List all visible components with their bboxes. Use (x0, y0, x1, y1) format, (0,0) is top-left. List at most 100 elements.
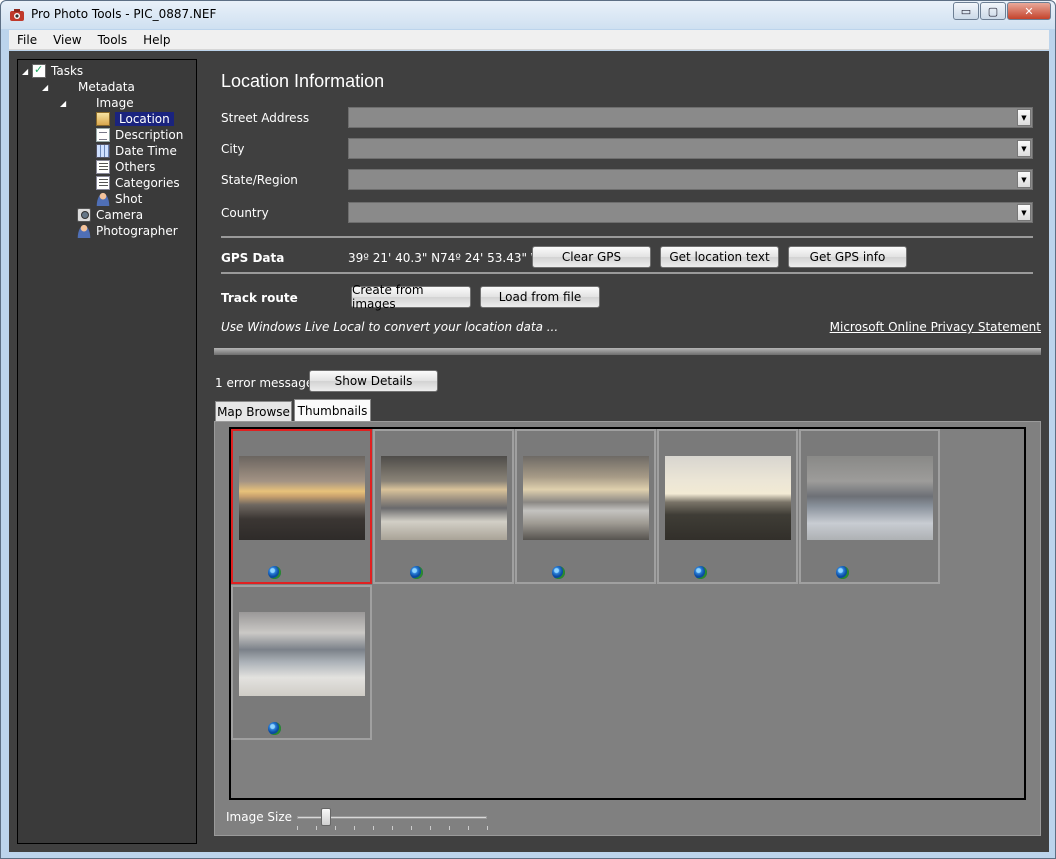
menu-file[interactable]: File (9, 33, 45, 47)
error-message-text: 1 error message. (215, 376, 318, 390)
tree-item-shot[interactable]: Shot (96, 191, 142, 207)
person-icon (77, 224, 91, 238)
tree-item-photographer[interactable]: Photographer (77, 223, 178, 239)
expand-arrow-icon[interactable]: ◢ (22, 67, 32, 76)
tree-label-camera: Camera (96, 208, 144, 222)
globe-icon (836, 566, 849, 579)
slider-thumb[interactable] (320, 808, 331, 826)
get-location-text-button[interactable]: Get location text (660, 246, 779, 268)
gps-data-label: GPS Data (221, 251, 285, 265)
slider-tick (411, 826, 412, 830)
dropdown-arrow-icon[interactable]: ▼ (1017, 109, 1031, 126)
privacy-statement-link[interactable]: Microsoft Online Privacy Statement (830, 320, 1041, 334)
location-icon (96, 112, 110, 126)
state-region-label: State/Region (221, 173, 298, 187)
list-icon (96, 160, 110, 174)
show-details-button[interactable]: Show Details (309, 370, 438, 392)
slider-tick (487, 826, 488, 830)
thumbnail-item[interactable] (373, 429, 514, 584)
splitter-bar[interactable] (214, 348, 1041, 355)
task-tree: ◢ Tasks ◢ Metadata ◢ Image Location Desc… (17, 59, 197, 844)
window-controls: ▭ ▢ ✕ (952, 2, 1051, 20)
globe-icon (552, 566, 565, 579)
globe-icon (268, 722, 281, 735)
globe-icon (694, 566, 707, 579)
tree-label-location: Location (115, 112, 174, 126)
maximize-button[interactable]: ▢ (980, 2, 1006, 20)
divider (221, 236, 1033, 238)
tree-label-photographer: Photographer (96, 224, 178, 238)
tree-label-date-time: Date Time (115, 144, 177, 158)
slider-tick (449, 826, 450, 830)
gps-longitude: 74º 24' 53.43" W (440, 251, 543, 265)
globe-icon (410, 566, 423, 579)
tree-item-metadata[interactable]: ◢ Metadata (42, 79, 135, 95)
slider-tick (468, 826, 469, 830)
main-client-area: ◢ Tasks ◢ Metadata ◢ Image Location Desc… (9, 51, 1049, 852)
menu-help[interactable]: Help (135, 33, 178, 47)
load-from-file-button[interactable]: Load from file (480, 286, 600, 308)
street-address-label: Street Address (221, 111, 310, 125)
close-button[interactable]: ✕ (1007, 2, 1051, 20)
expand-arrow-icon[interactable]: ◢ (60, 99, 70, 108)
slider-tick (430, 826, 431, 830)
tree-label-image: Image (96, 96, 134, 110)
tree-item-image[interactable]: ◢ Image (60, 95, 134, 111)
country-combo[interactable]: ▼ (348, 202, 1033, 223)
tree-label-tasks: Tasks (51, 64, 84, 78)
expand-arrow-icon[interactable]: ◢ (42, 83, 52, 92)
tab-thumbnails[interactable]: Thumbnails (294, 399, 371, 421)
get-gps-info-button[interactable]: Get GPS info (788, 246, 907, 268)
city-combo[interactable]: ▼ (348, 138, 1033, 159)
tree-label-categories: Categories (115, 176, 180, 190)
slider-tick (335, 826, 336, 830)
thumbnail-photo (381, 456, 507, 540)
slider-tick (316, 826, 317, 830)
person-icon (96, 192, 110, 206)
location-heading: Location Information (221, 71, 385, 91)
clear-gps-button[interactable]: Clear GPS (532, 246, 651, 268)
gps-latitude: 39º 21' 40.3" N (348, 251, 441, 265)
slider-tick (297, 826, 298, 830)
thumbnail-item[interactable] (515, 429, 656, 584)
thumbnail-item[interactable] (799, 429, 940, 584)
tree-item-categories[interactable]: Categories (96, 175, 180, 191)
tasks-icon (32, 63, 46, 78)
globe-icon (268, 566, 281, 579)
tree-label-others: Others (115, 160, 156, 174)
country-label: Country (221, 206, 269, 220)
state-region-combo[interactable]: ▼ (348, 169, 1033, 190)
dropdown-arrow-icon[interactable]: ▼ (1017, 171, 1031, 188)
thumbnail-item[interactable] (231, 585, 372, 740)
minimize-button[interactable]: ▭ (953, 2, 979, 20)
thumbnail-grid (229, 427, 1026, 800)
thumbnail-photo (523, 456, 649, 540)
thumbnail-item[interactable] (231, 429, 372, 584)
title-bar: Pro Photo Tools - PIC_0887.NEF ▭ ▢ ✕ (1, 1, 1055, 29)
thumbnail-photo (239, 612, 365, 696)
tree-item-location[interactable]: Location (96, 111, 174, 127)
tab-map-browse[interactable]: Map Browse (215, 401, 292, 421)
thumbnail-photo (665, 456, 791, 540)
menu-view[interactable]: View (45, 33, 89, 47)
city-label: City (221, 142, 245, 156)
street-address-combo[interactable]: ▼ (348, 107, 1033, 128)
thumbnail-photo (807, 456, 933, 540)
create-from-images-button[interactable]: Create from images (351, 283, 471, 311)
thumbnail-item[interactable] (657, 429, 798, 584)
image-size-label: Image Size (226, 810, 293, 824)
window-title: Pro Photo Tools - PIC_0887.NEF (31, 7, 217, 21)
document-icon (96, 128, 110, 142)
menu-bar: File View Tools Help (9, 30, 1049, 50)
tree-item-description[interactable]: Description (96, 127, 183, 143)
dropdown-arrow-icon[interactable]: ▼ (1017, 140, 1031, 157)
tree-item-date-time[interactable]: Date Time (96, 143, 177, 159)
tree-label-shot: Shot (115, 192, 143, 206)
tree-label-metadata: Metadata (78, 80, 135, 94)
tree-item-camera[interactable]: Camera (77, 207, 143, 223)
tree-item-others[interactable]: Others (96, 159, 155, 175)
menu-tools[interactable]: Tools (90, 33, 136, 47)
slider-tick (373, 826, 374, 830)
tree-item-tasks[interactable]: ◢ Tasks (22, 63, 83, 79)
dropdown-arrow-icon[interactable]: ▼ (1017, 204, 1031, 221)
